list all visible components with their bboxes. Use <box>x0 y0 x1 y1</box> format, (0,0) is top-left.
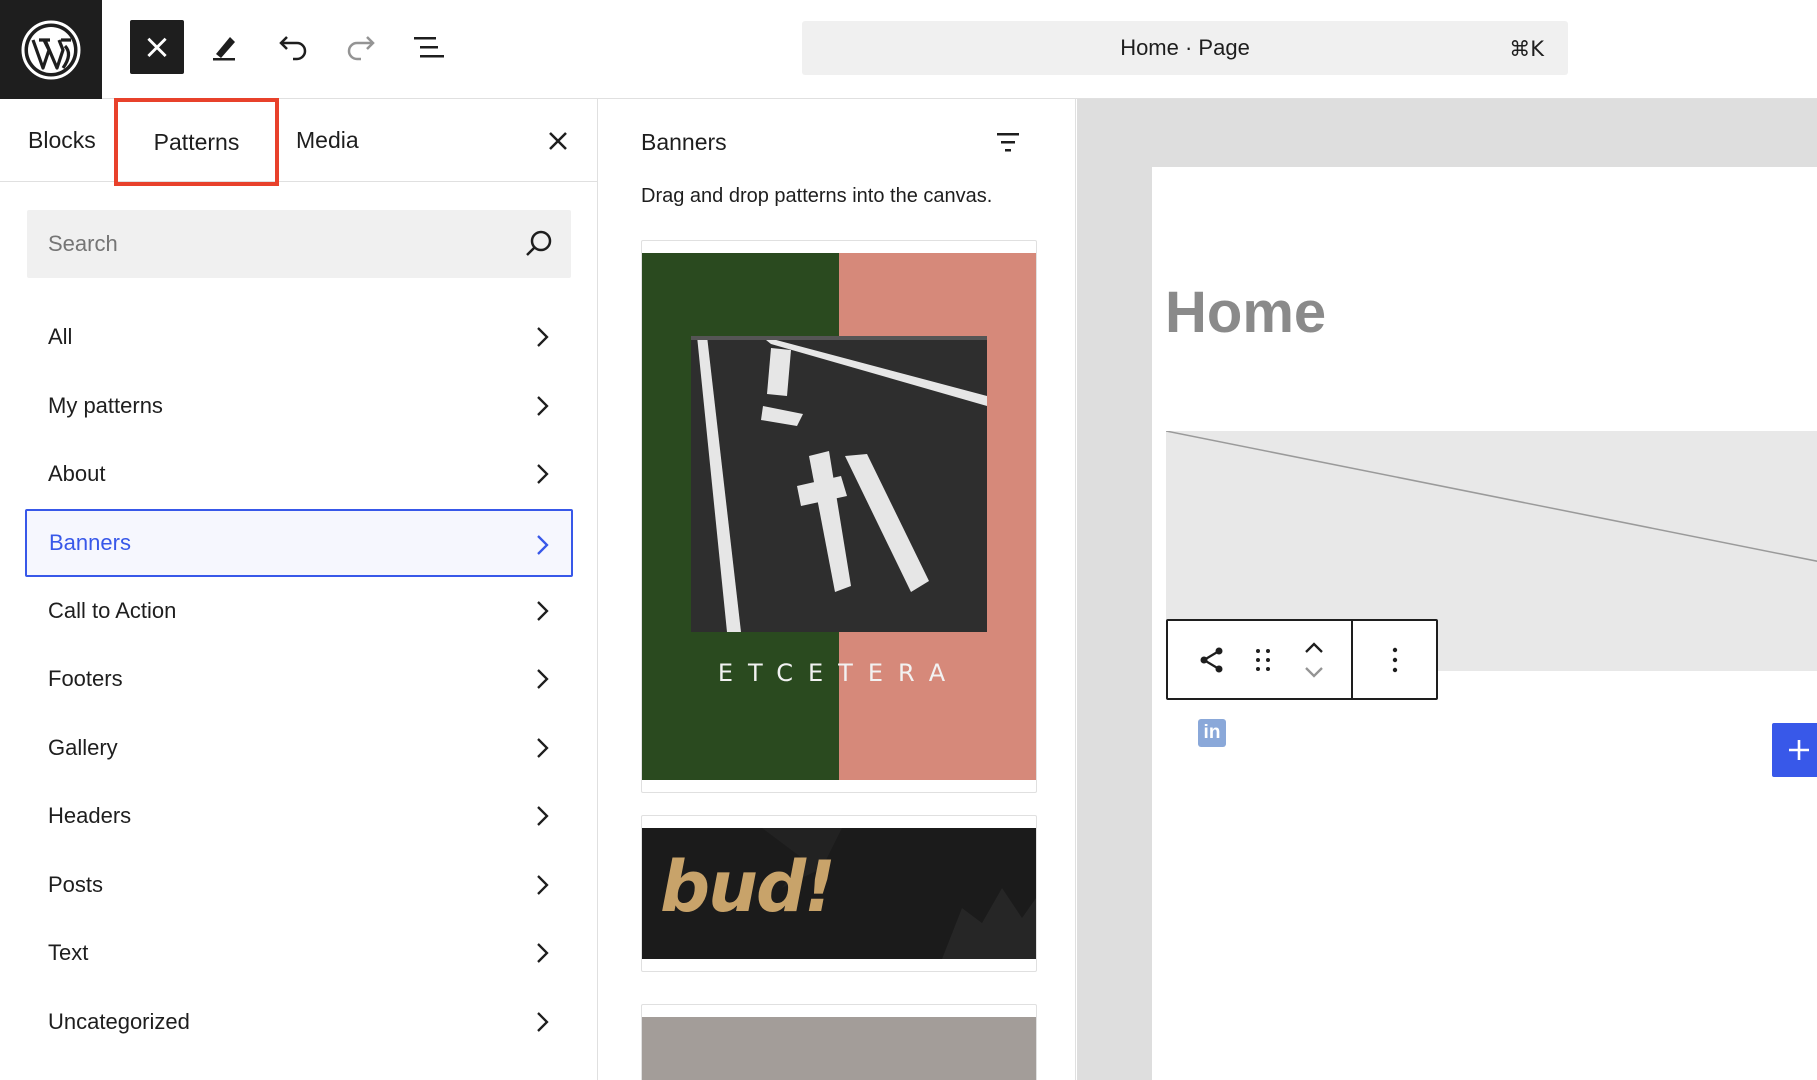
road-photo-image <box>691 336 987 632</box>
category-all[interactable]: All <box>0 303 598 371</box>
close-icon <box>549 132 567 150</box>
patterns-description: Drag and drop patterns into the canvas. <box>641 185 993 207</box>
search-icon <box>526 230 552 256</box>
category-label: Footers <box>48 666 123 691</box>
chevron-up-icon[interactable] <box>1302 640 1326 656</box>
chevron-right-icon <box>537 1011 549 1032</box>
pattern-preview <box>642 1017 1036 1080</box>
more-vertical-icon <box>1392 647 1397 672</box>
command-palette-bar[interactable]: Home · Page ⌘K <box>802 21 1568 75</box>
pattern-preview: bud! <box>642 828 1036 959</box>
category-text[interactable]: Text <box>0 919 598 987</box>
wordpress-logo-icon[interactable] <box>0 0 102 99</box>
pattern-explorer: Banners Drag and drop patterns into the … <box>599 99 1076 1080</box>
chevron-right-icon <box>537 395 549 416</box>
block-toolbar <box>1166 619 1438 700</box>
share-block-button[interactable] <box>1186 621 1237 698</box>
drag-handle[interactable] <box>1237 621 1288 698</box>
category-label: Banners <box>49 529 131 555</box>
category-footers[interactable]: Footers <box>0 645 598 713</box>
chevron-right-icon <box>537 327 549 347</box>
chevron-right-icon <box>537 534 549 555</box>
category-label: Call to Action <box>48 597 177 623</box>
category-label: Posts <box>48 871 104 897</box>
chevron-right-icon <box>537 669 549 689</box>
pattern-category-list: All My patterns About Banners Call to Ac… <box>0 303 598 1056</box>
pattern-preview: ETCETERA <box>642 253 1036 780</box>
document-overview-button[interactable] <box>402 20 456 74</box>
pattern-card[interactable] <box>641 1004 1037 1080</box>
chevron-right-icon <box>537 806 549 826</box>
block-options-button[interactable] <box>1353 621 1436 698</box>
chevron-down-icon[interactable] <box>1302 664 1326 680</box>
add-block-button[interactable] <box>1772 723 1817 777</box>
close-icon: × <box>142 27 172 67</box>
category-label: Gallery <box>48 734 118 760</box>
category-call-to-action[interactable]: Call to Action <box>0 577 598 645</box>
category-about[interactable]: About <box>0 440 598 508</box>
patterns-category-title: Banners <box>641 129 727 155</box>
move-block-buttons[interactable] <box>1288 621 1339 698</box>
category-uncategorized[interactable]: Uncategorized <box>0 988 598 1056</box>
document-title: Home · Page <box>1120 35 1250 60</box>
chevron-right-icon <box>537 464 549 484</box>
pattern-caption: bud! <box>660 846 836 928</box>
category-gallery[interactable]: Gallery <box>0 714 598 782</box>
keyboard-shortcut: ⌘K <box>1509 37 1544 61</box>
chevron-right-icon <box>537 874 549 895</box>
category-label: Text <box>48 940 89 965</box>
plus-icon <box>1789 740 1809 760</box>
share-icon <box>1200 647 1223 672</box>
pencil-icon <box>213 37 235 61</box>
edit-tool-button[interactable] <box>198 20 252 74</box>
editor-canvas: Home in <box>1077 99 1817 1080</box>
category-posts[interactable]: Posts <box>0 851 598 919</box>
category-label: About <box>48 461 106 486</box>
undo-icon <box>279 36 307 61</box>
pattern-search <box>27 210 571 278</box>
page-canvas: Home in <box>1152 167 1817 1080</box>
page-title[interactable]: Home <box>1165 279 1326 346</box>
category-label: Uncategorized <box>48 1008 190 1034</box>
pattern-card[interactable]: bud! <box>641 815 1037 972</box>
tab-blocks[interactable]: Blocks <box>28 99 96 182</box>
close-panel-button[interactable] <box>538 121 578 161</box>
linkedin-icon[interactable]: in <box>1198 719 1226 747</box>
tab-media[interactable]: Media <box>296 99 359 182</box>
category-headers[interactable]: Headers <box>0 782 598 850</box>
redo-icon <box>347 36 375 61</box>
redo-button[interactable] <box>334 20 388 74</box>
list-view-icon <box>414 37 444 58</box>
filter-icon[interactable] <box>991 125 1025 159</box>
category-label: My patterns <box>48 392 163 418</box>
tab-patterns[interactable]: Patterns <box>114 98 279 186</box>
inserter-tabs: Blocks Patterns Media <box>0 98 597 186</box>
block-inserter-panel: Blocks Patterns Media All My patterns Ab… <box>0 98 598 1080</box>
category-label: Headers <box>48 803 132 828</box>
category-label: All <box>48 324 73 349</box>
category-my-patterns[interactable]: My patterns <box>0 372 598 440</box>
close-inserter-button[interactable]: × <box>130 20 184 74</box>
chevron-right-icon <box>537 943 549 963</box>
search-input[interactable] <box>27 210 507 278</box>
chevron-right-icon <box>537 600 549 621</box>
chevron-right-icon <box>537 737 549 758</box>
undo-button[interactable] <box>266 20 320 74</box>
editor-top-toolbar: × Home · Page ⌘K <box>0 0 1817 99</box>
pattern-card[interactable]: ETCETERA <box>641 240 1037 793</box>
pattern-caption: ETCETERA <box>717 659 961 687</box>
drag-icon <box>1255 648 1270 671</box>
category-banners[interactable]: Banners <box>25 508 573 577</box>
